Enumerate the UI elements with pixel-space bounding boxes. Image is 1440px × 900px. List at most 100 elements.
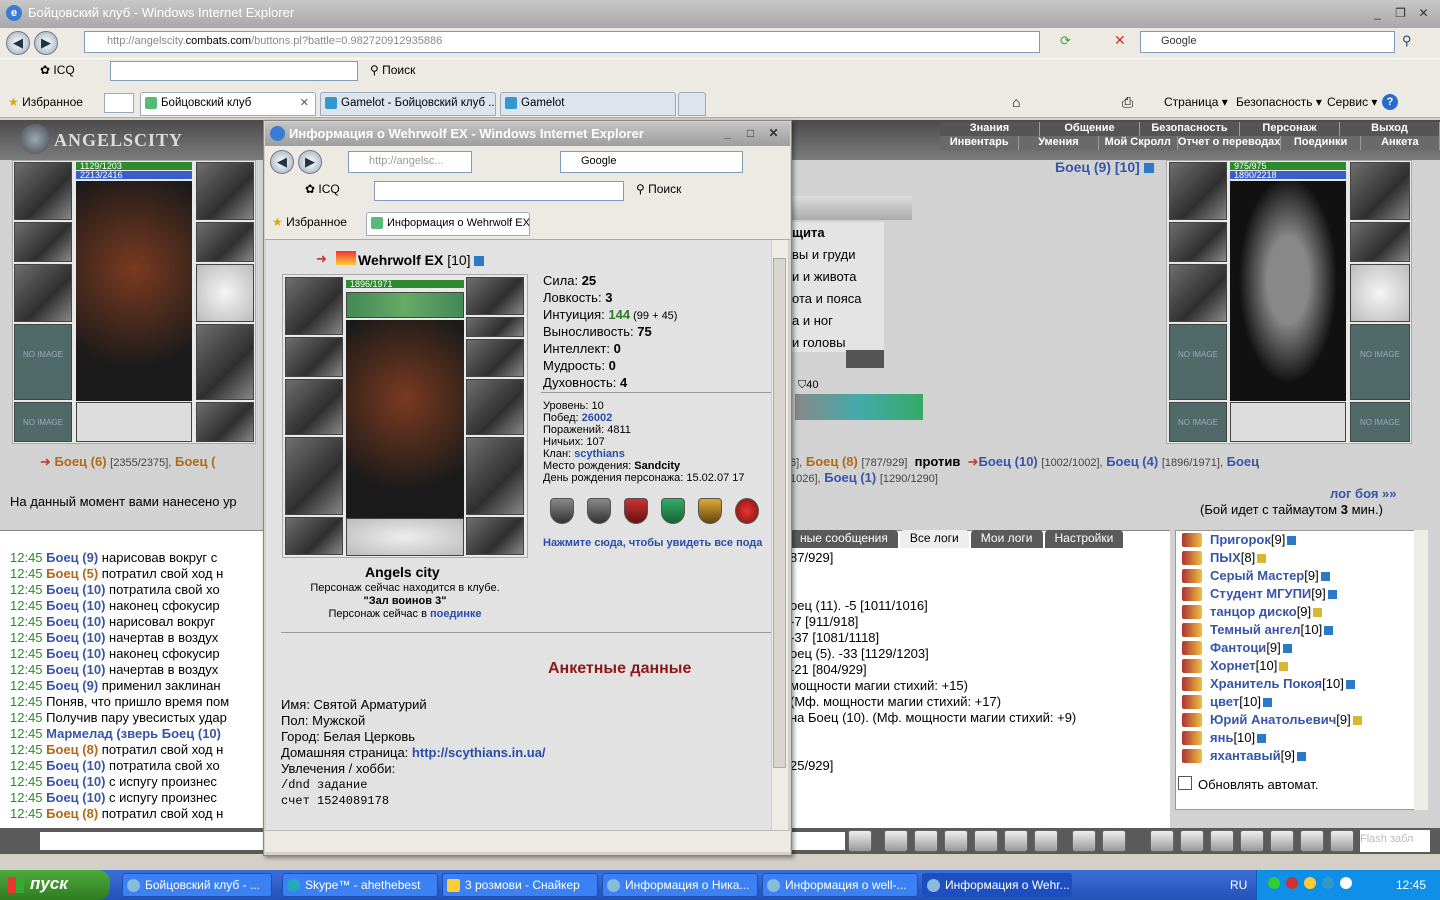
boots-slot[interactable] (196, 402, 254, 442)
fighter-name[interactable]: Боец (10) (979, 454, 1038, 469)
log-fighter[interactable]: Боец (5) (46, 566, 98, 581)
attack-buttons[interactable] (846, 350, 884, 368)
player-name[interactable]: Фантоци (1210, 640, 1266, 655)
task-info-2[interactable]: Информация о well-... (762, 873, 918, 897)
player-row[interactable]: Юрий Анатольевич[9] (1176, 711, 1414, 729)
info-icon[interactable] (1143, 163, 1154, 174)
filter-button[interactable] (914, 830, 938, 852)
save-log-button[interactable] (944, 830, 968, 852)
info-icon[interactable] (1352, 716, 1362, 726)
show-all-gifts-link[interactable]: Нажмите сюда, чтобы увидеть все пода (543, 537, 762, 549)
gloves-slot[interactable] (196, 222, 254, 262)
profile-portrait[interactable] (346, 320, 464, 518)
tray-app-icon[interactable] (1340, 877, 1352, 889)
menu-character[interactable]: Персонаж (1240, 122, 1340, 136)
opp-helmet-slot[interactable] (1169, 162, 1227, 220)
toolbar-search-button[interactable]: ⚲ Поиск (370, 63, 415, 77)
action-button[interactable] (1270, 830, 1294, 852)
popup-icq-button[interactable]: ✿ ICQ (305, 182, 340, 196)
clan-link[interactable]: scythians (574, 448, 625, 460)
log-fighter[interactable]: Боец (10) (46, 598, 105, 613)
menu-security[interactable]: Безопасность (1140, 122, 1240, 136)
log-fighter[interactable]: Боец (10) (46, 774, 105, 789)
menu-communication[interactable]: Общение (1040, 122, 1140, 136)
armor-slot[interactable] (285, 437, 343, 515)
player-row[interactable]: ПЫХ[8] (1176, 549, 1414, 567)
badge-icon[interactable] (698, 498, 722, 524)
opp-armor-slot[interactable]: NO IMAGE (1169, 324, 1227, 400)
defense-legs[interactable]: а и ног (792, 310, 884, 332)
popup-title-bar[interactable]: Информация о Wehrwolf EX - Windows Inter… (265, 122, 790, 146)
rings-slots[interactable] (76, 402, 192, 442)
tab-gamelot-fightclub[interactable]: Gamelot - Бойцовский клуб ... (320, 92, 496, 116)
eraser-button[interactable] (884, 830, 908, 852)
address-bar[interactable]: http://angelscity.combats.com/buttons.pl… (84, 31, 1040, 53)
info-icon[interactable] (1297, 752, 1307, 762)
log-fighter[interactable]: Мармелад (зверь Боец (10) (46, 726, 221, 741)
gloves-slot[interactable] (466, 339, 524, 377)
log-fighter[interactable]: Боец (10) (46, 662, 105, 677)
tray-app-icon[interactable] (1304, 877, 1316, 889)
smiley-button[interactable] (1072, 830, 1096, 852)
action-button[interactable] (1004, 830, 1028, 852)
stop-icon[interactable]: ✕ (1114, 32, 1126, 49)
log-fighter[interactable]: Боец (9) (46, 550, 98, 565)
popup-favorites-button[interactable]: ★ Избранное (272, 215, 347, 229)
exit-button[interactable] (1330, 830, 1354, 852)
tab-close-icon[interactable]: ✕ (300, 96, 309, 109)
opponent-header[interactable]: Боец (9) [10] (1055, 159, 1154, 175)
player-name[interactable]: Студент МГУПИ (1210, 586, 1311, 601)
opp-necklace-slot[interactable] (1169, 222, 1227, 262)
player-name[interactable]: цвет (1210, 694, 1239, 709)
antivirus-icon[interactable] (1286, 877, 1298, 889)
defense-waist[interactable]: ота и пояса (792, 288, 884, 310)
player-name[interactable]: яхантавый (1210, 748, 1281, 763)
rings-slot[interactable] (466, 317, 524, 337)
fighter-name[interactable]: Боец ( (175, 454, 215, 469)
log-fighter[interactable]: Боец (8) (46, 742, 98, 757)
popup-search-box[interactable]: Google (560, 151, 743, 173)
action-button[interactable] (1180, 830, 1204, 852)
log-fighter[interactable]: Боец (10) (46, 614, 105, 629)
opp-belt-slot[interactable]: NO IMAGE (1169, 402, 1227, 442)
log-fighter[interactable]: Боец (10) (46, 790, 105, 805)
player-name[interactable]: Серый Мастер (1210, 568, 1304, 583)
security-menu[interactable]: Безопасность ▾ (1236, 95, 1322, 109)
popup-search-button[interactable]: ⚲ Поиск (636, 182, 681, 196)
fighter-name[interactable]: Боец (8) (806, 454, 858, 469)
popup-forward-button[interactable]: ▶ (298, 150, 322, 174)
boots-slot[interactable] (466, 517, 524, 555)
shield-slot[interactable] (196, 264, 254, 322)
info-icon[interactable] (1324, 626, 1334, 636)
task-chat[interactable]: 3 розмови - Снайкер (442, 873, 598, 897)
menu-profile[interactable]: Анкета (1360, 136, 1440, 150)
icq-button[interactable]: ✿ ICQ (40, 63, 75, 77)
task-info-3[interactable]: Информация о Wehr... (922, 873, 1072, 897)
bracers-slot[interactable] (285, 337, 343, 377)
earrings-slot[interactable] (196, 162, 254, 220)
badge-icon[interactable] (624, 498, 648, 524)
necklace-slot[interactable] (14, 222, 72, 262)
menu-skills[interactable]: Умения (1019, 136, 1099, 150)
belt-slot[interactable]: NO IMAGE (14, 402, 72, 442)
info-icon[interactable] (1345, 680, 1355, 690)
log-fighter[interactable]: Боец (9) (46, 678, 98, 693)
action-button[interactable] (1210, 830, 1234, 852)
action-button[interactable] (1150, 830, 1174, 852)
player-portrait[interactable] (76, 181, 192, 401)
info-icon[interactable] (1313, 608, 1323, 618)
defense-chest[interactable]: вы и груди (792, 244, 884, 266)
info-icon[interactable] (1257, 554, 1267, 564)
badge-icon[interactable] (661, 498, 685, 524)
action-button[interactable] (1102, 830, 1126, 852)
info-icon[interactable] (1279, 662, 1289, 672)
main-window-title-bar[interactable]: e Бойцовский клуб - Windows Internet Exp… (0, 0, 1440, 28)
opp-gloves-slot[interactable] (1350, 222, 1410, 262)
opp-weapon-slot[interactable] (1169, 264, 1227, 322)
popup-back-button[interactable]: ◀ (270, 150, 294, 174)
page-menu[interactable]: Страница ▾ (1164, 95, 1228, 109)
spell-slots[interactable] (795, 394, 923, 420)
player-name[interactable]: Хранитель Покоя (1210, 676, 1322, 691)
leggings-slot[interactable] (466, 437, 524, 515)
belt-slot[interactable] (285, 517, 343, 555)
